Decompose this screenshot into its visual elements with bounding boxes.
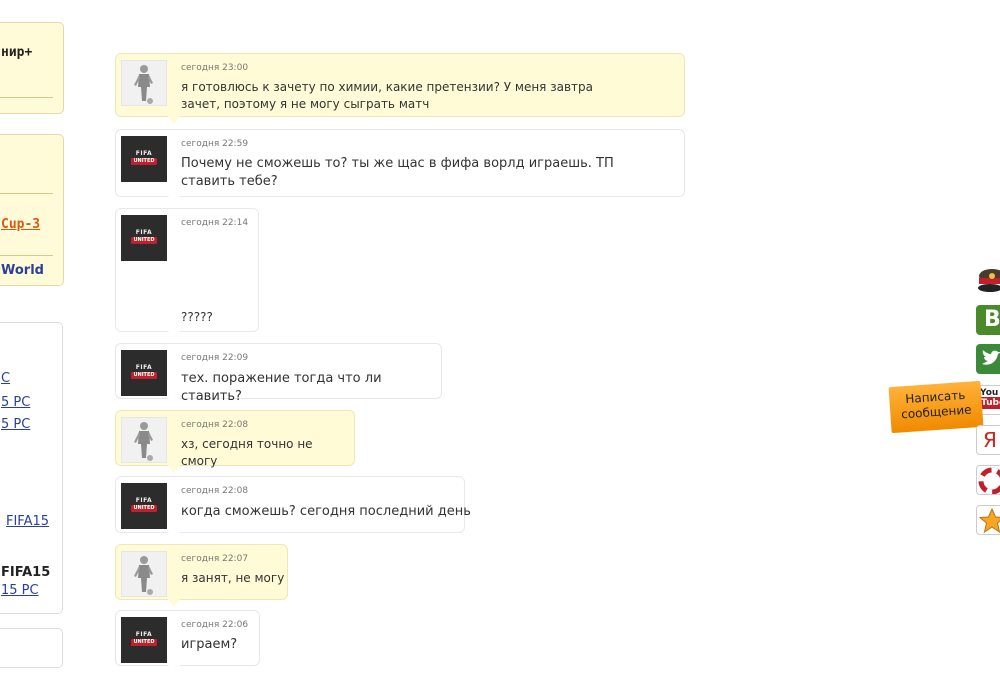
united-logo-text: UNITED (131, 372, 157, 379)
message-item: FIFA UNITED сегодня 22:08 когда сможешь? се… (115, 476, 471, 540)
united-logo-text: UNITED (131, 237, 157, 244)
united-logo-text: UNITED (131, 158, 157, 165)
fifa-united-logo: FIFA UNITED (129, 364, 159, 382)
fifa-logo-text: FIFA (135, 229, 153, 236)
fifa-logo-text: FIFA (135, 150, 153, 157)
police-cap-icon[interactable] (976, 264, 1000, 294)
fifa-logo-text: FIFA (135, 631, 153, 638)
sidebar-tournament-title: нир+ (1, 45, 33, 60)
message-timestamp: сегодня 22:08 (181, 420, 249, 430)
sidebar-games-box: C 5 PC 5 PC FIFA15 FIFA15 15 PC (0, 322, 63, 614)
sidebar-link-cup3[interactable]: Cup-3 (1, 217, 40, 232)
fifa-united-logo: FIFA UNITED (129, 497, 159, 515)
sidebar-game-title: FIFA15 (1, 565, 51, 580)
sidebar-world-label[interactable]: World (1, 263, 44, 278)
message-tail (168, 116, 180, 124)
yandex-letter: Я (983, 428, 997, 452)
message-timestamp: сегодня 22:09 (181, 353, 249, 363)
vk-icon[interactable]: B (976, 305, 1000, 335)
youtube-tube: Tube (980, 397, 1000, 409)
fifa-logo-text: FIFA (135, 497, 153, 504)
message-text: я готовлюсь к зачету по химии, какие пре… (181, 80, 593, 111)
fifa-logo-text: FIFA (135, 364, 153, 371)
message-tail (168, 665, 180, 673)
write-message-button[interactable]: Написать сообщение (888, 380, 984, 434)
message-tail (168, 398, 180, 406)
message-item: FIFA UNITED сегодня 22:06 играем? (115, 610, 260, 673)
star-icon[interactable] (976, 505, 1000, 535)
sidebar-game-link-3[interactable]: 5 PC (1, 417, 30, 432)
message-timestamp: сегодня 22:06 (181, 620, 249, 630)
fifa-united-avatar[interactable]: FIFA UNITED (121, 215, 167, 261)
vk-letter: B (984, 307, 1000, 332)
message-tail (168, 599, 180, 607)
message-item: FIFA UNITED сегодня 22:14????? (115, 208, 259, 339)
sidebar-game-link-4[interactable]: FIFA15 (6, 514, 49, 529)
sidebar-tournament-box: нир+ (0, 22, 64, 114)
message-timestamp: сегодня 22:07 (181, 554, 249, 564)
message-text: хз, сегодня точно не смогу (181, 437, 313, 468)
message-text: я занят, не могу (181, 571, 285, 585)
message-tail (168, 532, 180, 540)
message-item: FIFA UNITED сегодня 22:59 Почему не сможешь… (115, 129, 685, 204)
message-text: когда сможешь? сегодня последний день (181, 504, 471, 519)
fifa-united-avatar[interactable]: FIFA UNITED (121, 617, 167, 663)
fifa-united-avatar[interactable]: FIFA UNITED (121, 136, 167, 182)
sidebar-next-box (0, 628, 63, 668)
message-timestamp: сегодня 22:59 (181, 139, 249, 149)
sidebar-game-link-2[interactable]: 5 PC (1, 395, 30, 410)
fifa-united-logo: FIFA UNITED (129, 150, 159, 168)
message-text: ????? (181, 310, 213, 324)
message-item: FIFA UNITED сегодня 22:09 тех. поражение то… (115, 343, 442, 406)
message-tail (168, 331, 180, 339)
message-timestamp: сегодня 22:14 (181, 218, 249, 228)
fifa-united-avatar[interactable]: FIFA UNITED (121, 483, 167, 529)
sidebar-cups-box: Cup-3 World (0, 134, 64, 286)
united-logo-text: UNITED (131, 505, 157, 512)
yandex-icon[interactable]: Я (976, 425, 1000, 455)
message-item: сегодня 22:07 я занят, не могу (115, 544, 288, 607)
message-timestamp: сегодня 22:08 (181, 486, 249, 496)
player-avatar[interactable] (121, 60, 167, 106)
sidebar-game-link-5[interactable]: 15 PC (1, 583, 39, 598)
lifebuoy-icon[interactable] (976, 465, 1000, 495)
fifa-united-logo: FIFA UNITED (129, 631, 159, 649)
message-text: Почему не сможешь то? ты же щас в фифа в… (181, 156, 614, 189)
twitter-icon[interactable] (976, 344, 1000, 374)
message-text: тех. поражение тогда что ли ставить? (181, 371, 382, 404)
sidebar-game-link-1[interactable]: C (1, 371, 10, 386)
fifa-united-avatar[interactable]: FIFA UNITED (121, 350, 167, 396)
message-tail (168, 196, 180, 204)
message-item: сегодня 22:08 хз, сегодня точно не смогу (115, 410, 355, 473)
message-tail (168, 465, 180, 473)
united-logo-text: UNITED (131, 639, 157, 646)
message-text: играем? (181, 637, 238, 652)
player-avatar[interactable] (121, 417, 167, 463)
message-item: сегодня 23:00 я готовлюсь к зачету по хим… (115, 53, 685, 124)
fifa-united-logo: FIFA UNITED (129, 229, 159, 247)
player-avatar[interactable] (121, 551, 167, 597)
message-timestamp: сегодня 23:00 (181, 63, 249, 73)
